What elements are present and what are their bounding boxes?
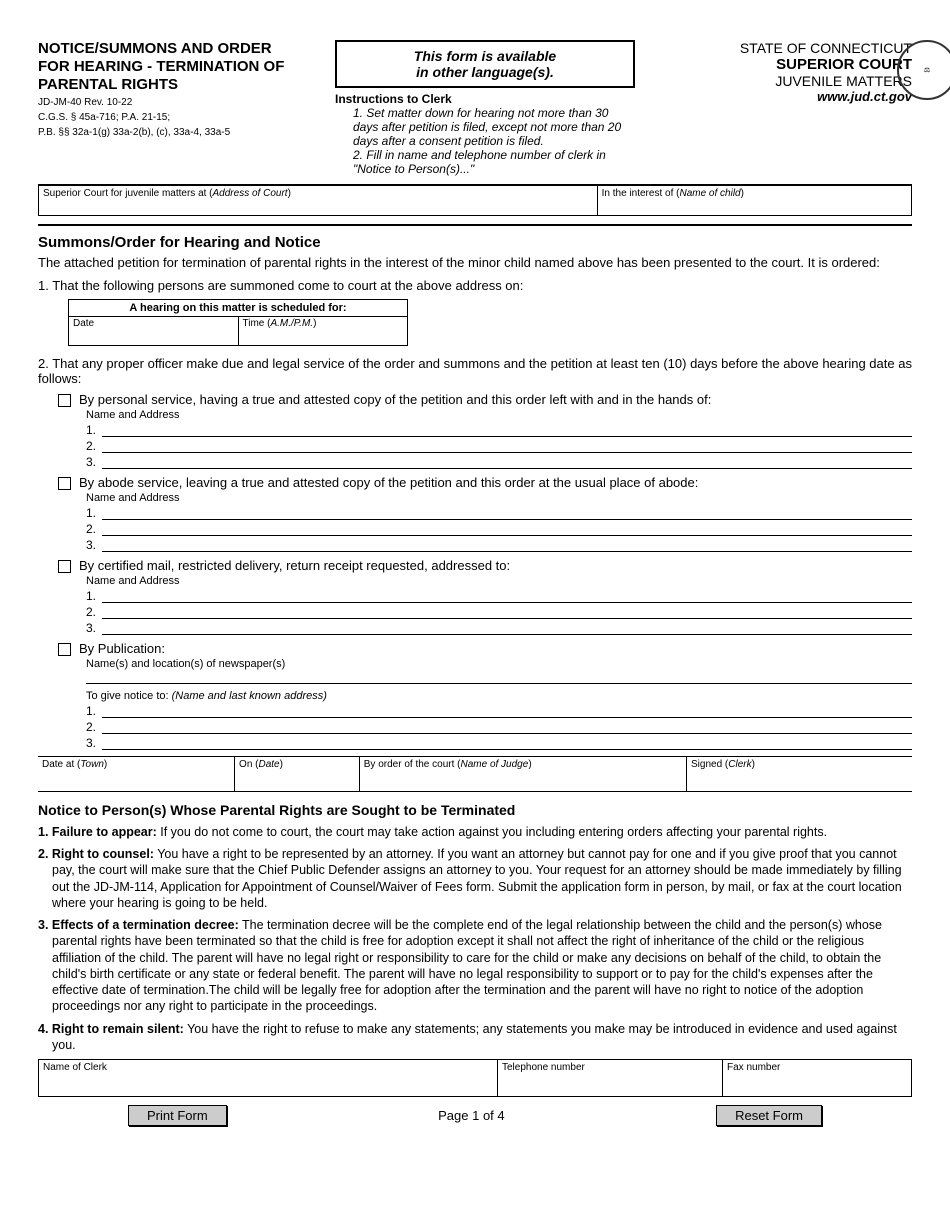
- hearing-schedule-table: A hearing on this matter is scheduled fo…: [68, 299, 408, 346]
- divider: [38, 224, 912, 226]
- notice-to-lines: 1. 2. 3.: [86, 704, 912, 750]
- clerk-sign-field[interactable]: Signed (Clerk): [687, 757, 912, 791]
- newspaper-line[interactable]: [86, 670, 912, 684]
- name-address-label: Name and Address: [86, 575, 912, 587]
- summons-intro: The attached petition for termination of…: [38, 255, 912, 272]
- hearing-time-field[interactable]: Time (A.M./P.M.): [239, 317, 408, 345]
- clerk-info-table: Name of Clerk Telephone number Fax numbe…: [38, 1059, 912, 1097]
- pb-ref: P.B. §§ 32a-1(g) 33a-2(b), (c), 33a-4, 3…: [38, 126, 298, 139]
- page-number: Page 1 of 4: [438, 1108, 505, 1123]
- form-title: NOTICE/SUMMONS AND ORDER FOR HEARING - T…: [38, 40, 298, 94]
- personal-service-lines: 1. 2. 3.: [86, 423, 912, 469]
- child-name-field[interactable]: In the interest of (Name of child): [597, 186, 912, 216]
- hearing-date-field[interactable]: Date: [69, 317, 239, 345]
- item-1: 1. That the following persons are summon…: [38, 278, 912, 293]
- form-header: NOTICE/SUMMONS AND ORDER FOR HEARING - T…: [38, 40, 912, 176]
- header-center: This form is available in other language…: [335, 40, 635, 176]
- mail-service-label: By certified mail, restricted delivery, …: [79, 558, 510, 573]
- print-button[interactable]: Print Form: [128, 1105, 227, 1126]
- notice-line-3[interactable]: [102, 736, 912, 750]
- name-address-label: Name and Address: [86, 492, 912, 504]
- instruction-2: 2. Fill in name and telephone number of …: [335, 148, 635, 176]
- abode-service-label: By abode service, leaving a true and att…: [79, 475, 698, 490]
- signature-row: Date at (Town) On (Date) By order of the…: [38, 756, 912, 792]
- abode-line-1[interactable]: [102, 506, 912, 520]
- abode-service-checkbox[interactable]: [58, 477, 71, 490]
- personal-line-1[interactable]: [102, 423, 912, 437]
- mail-service-checkbox[interactable]: [58, 560, 71, 573]
- abode-service-option: By abode service, leaving a true and att…: [58, 475, 912, 490]
- mail-service-option: By certified mail, restricted delivery, …: [58, 558, 912, 573]
- summons-title: Summons/Order for Hearing and Notice: [38, 234, 912, 251]
- abode-line-3[interactable]: [102, 538, 912, 552]
- date-town-field[interactable]: Date at (Town): [38, 757, 235, 791]
- court-label: SUPERIOR COURT: [672, 56, 912, 73]
- mail-line-2[interactable]: [102, 605, 912, 619]
- juvenile-label: JUVENILE MATTERS: [672, 73, 912, 89]
- instructions-title: Instructions to Clerk: [335, 92, 635, 106]
- personal-line-2[interactable]: [102, 439, 912, 453]
- notice-item-4: 4. Right to remain silent: You have the …: [38, 1021, 912, 1054]
- lang-line2: in other language(s).: [347, 64, 623, 80]
- website-url: www.jud.ct.gov: [672, 89, 912, 104]
- abode-service-lines: 1. 2. 3.: [86, 506, 912, 552]
- personal-service-label: By personal service, having a true and a…: [79, 392, 711, 407]
- notice-title: Notice to Person(s) Whose Parental Right…: [38, 802, 912, 818]
- reset-button[interactable]: Reset Form: [716, 1105, 822, 1126]
- mail-service-lines: 1. 2. 3.: [86, 589, 912, 635]
- item-2: 2. That any proper officer make due and …: [38, 356, 912, 386]
- state-label: STATE OF CONNECTICUT: [672, 40, 912, 56]
- lang-line1: This form is available: [347, 48, 623, 64]
- notice-section: Notice to Person(s) Whose Parental Right…: [38, 802, 912, 1053]
- cgs-ref: C.G.S. § 45a-716; P.A. 21-15;: [38, 111, 298, 124]
- schedule-header: A hearing on this matter is scheduled fo…: [69, 300, 407, 317]
- clerk-fax-field[interactable]: Fax number: [723, 1060, 911, 1096]
- abode-line-2[interactable]: [102, 522, 912, 536]
- header-left: NOTICE/SUMMONS AND ORDER FOR HEARING - T…: [38, 40, 298, 139]
- notice-item-3: 3. Effects of a termination decree: The …: [38, 917, 912, 1015]
- personal-service-checkbox[interactable]: [58, 394, 71, 407]
- notice-line-2[interactable]: [102, 720, 912, 734]
- language-box: This form is available in other language…: [335, 40, 635, 88]
- mail-line-3[interactable]: [102, 621, 912, 635]
- court-address-field[interactable]: Superior Court for juvenile matters at (…: [38, 186, 597, 216]
- publication-checkbox[interactable]: [58, 643, 71, 656]
- name-address-label: Name and Address: [86, 409, 912, 421]
- header-right: STATE OF CONNECTICUT SUPERIOR COURT JUVE…: [672, 40, 912, 104]
- judge-name-field[interactable]: By order of the court (Name of Judge): [360, 757, 687, 791]
- instruction-1: 1. Set matter down for hearing not more …: [335, 106, 635, 148]
- footer: Print Form Page 1 of 4 Reset Form: [38, 1105, 912, 1126]
- form-id: JD-JM-40 Rev. 10-22: [38, 96, 298, 109]
- personal-line-3[interactable]: [102, 455, 912, 469]
- mail-line-1[interactable]: [102, 589, 912, 603]
- court-seal-icon: ⚖: [897, 40, 950, 100]
- personal-service-option: By personal service, having a true and a…: [58, 392, 912, 407]
- on-date-field[interactable]: On (Date): [235, 757, 360, 791]
- notice-to-label: To give notice to: (Name and last known …: [86, 690, 912, 702]
- court-info-row: Superior Court for juvenile matters at (…: [38, 186, 912, 216]
- clerk-tel-field[interactable]: Telephone number: [498, 1060, 723, 1096]
- notice-item-2: 2. Right to counsel: You have a right to…: [38, 846, 912, 911]
- notice-item-1: 1. Failure to appear: If you do not come…: [38, 824, 912, 840]
- clerk-name-field[interactable]: Name of Clerk: [39, 1060, 498, 1096]
- publication-option: By Publication:: [58, 641, 912, 656]
- notice-line-1[interactable]: [102, 704, 912, 718]
- publication-label: By Publication:: [79, 641, 165, 656]
- newspaper-label: Name(s) and location(s) of newspaper(s): [86, 658, 912, 670]
